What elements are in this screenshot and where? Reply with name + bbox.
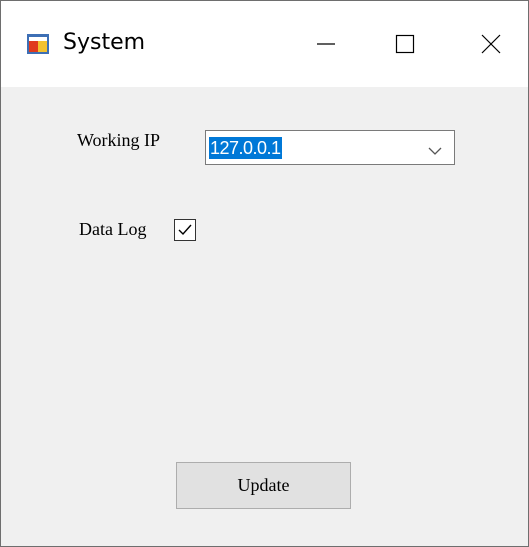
close-icon [481, 34, 501, 54]
window-title: System [63, 30, 146, 55]
working-ip-label: Working IP [77, 130, 161, 150]
chevron-down-icon[interactable] [428, 143, 442, 161]
app-window-icon [26, 33, 50, 55]
minimize-icon [317, 43, 335, 45]
data-log-label: Data Log [79, 219, 147, 239]
minimize-button[interactable] [296, 21, 356, 67]
system-window: System Working IP 127.0.0.1 Data Log Upd… [0, 0, 529, 547]
data-log-checkbox[interactable] [174, 219, 196, 241]
maximize-icon [395, 34, 415, 54]
maximize-button[interactable] [375, 21, 435, 67]
working-ip-combobox[interactable]: 127.0.0.1 [205, 130, 455, 165]
working-ip-value[interactable]: 127.0.0.1 [209, 137, 282, 159]
update-button[interactable]: Update [176, 462, 351, 509]
close-button[interactable] [461, 21, 521, 67]
checkmark-icon [178, 224, 192, 236]
title-bar[interactable]: System [1, 1, 528, 87]
